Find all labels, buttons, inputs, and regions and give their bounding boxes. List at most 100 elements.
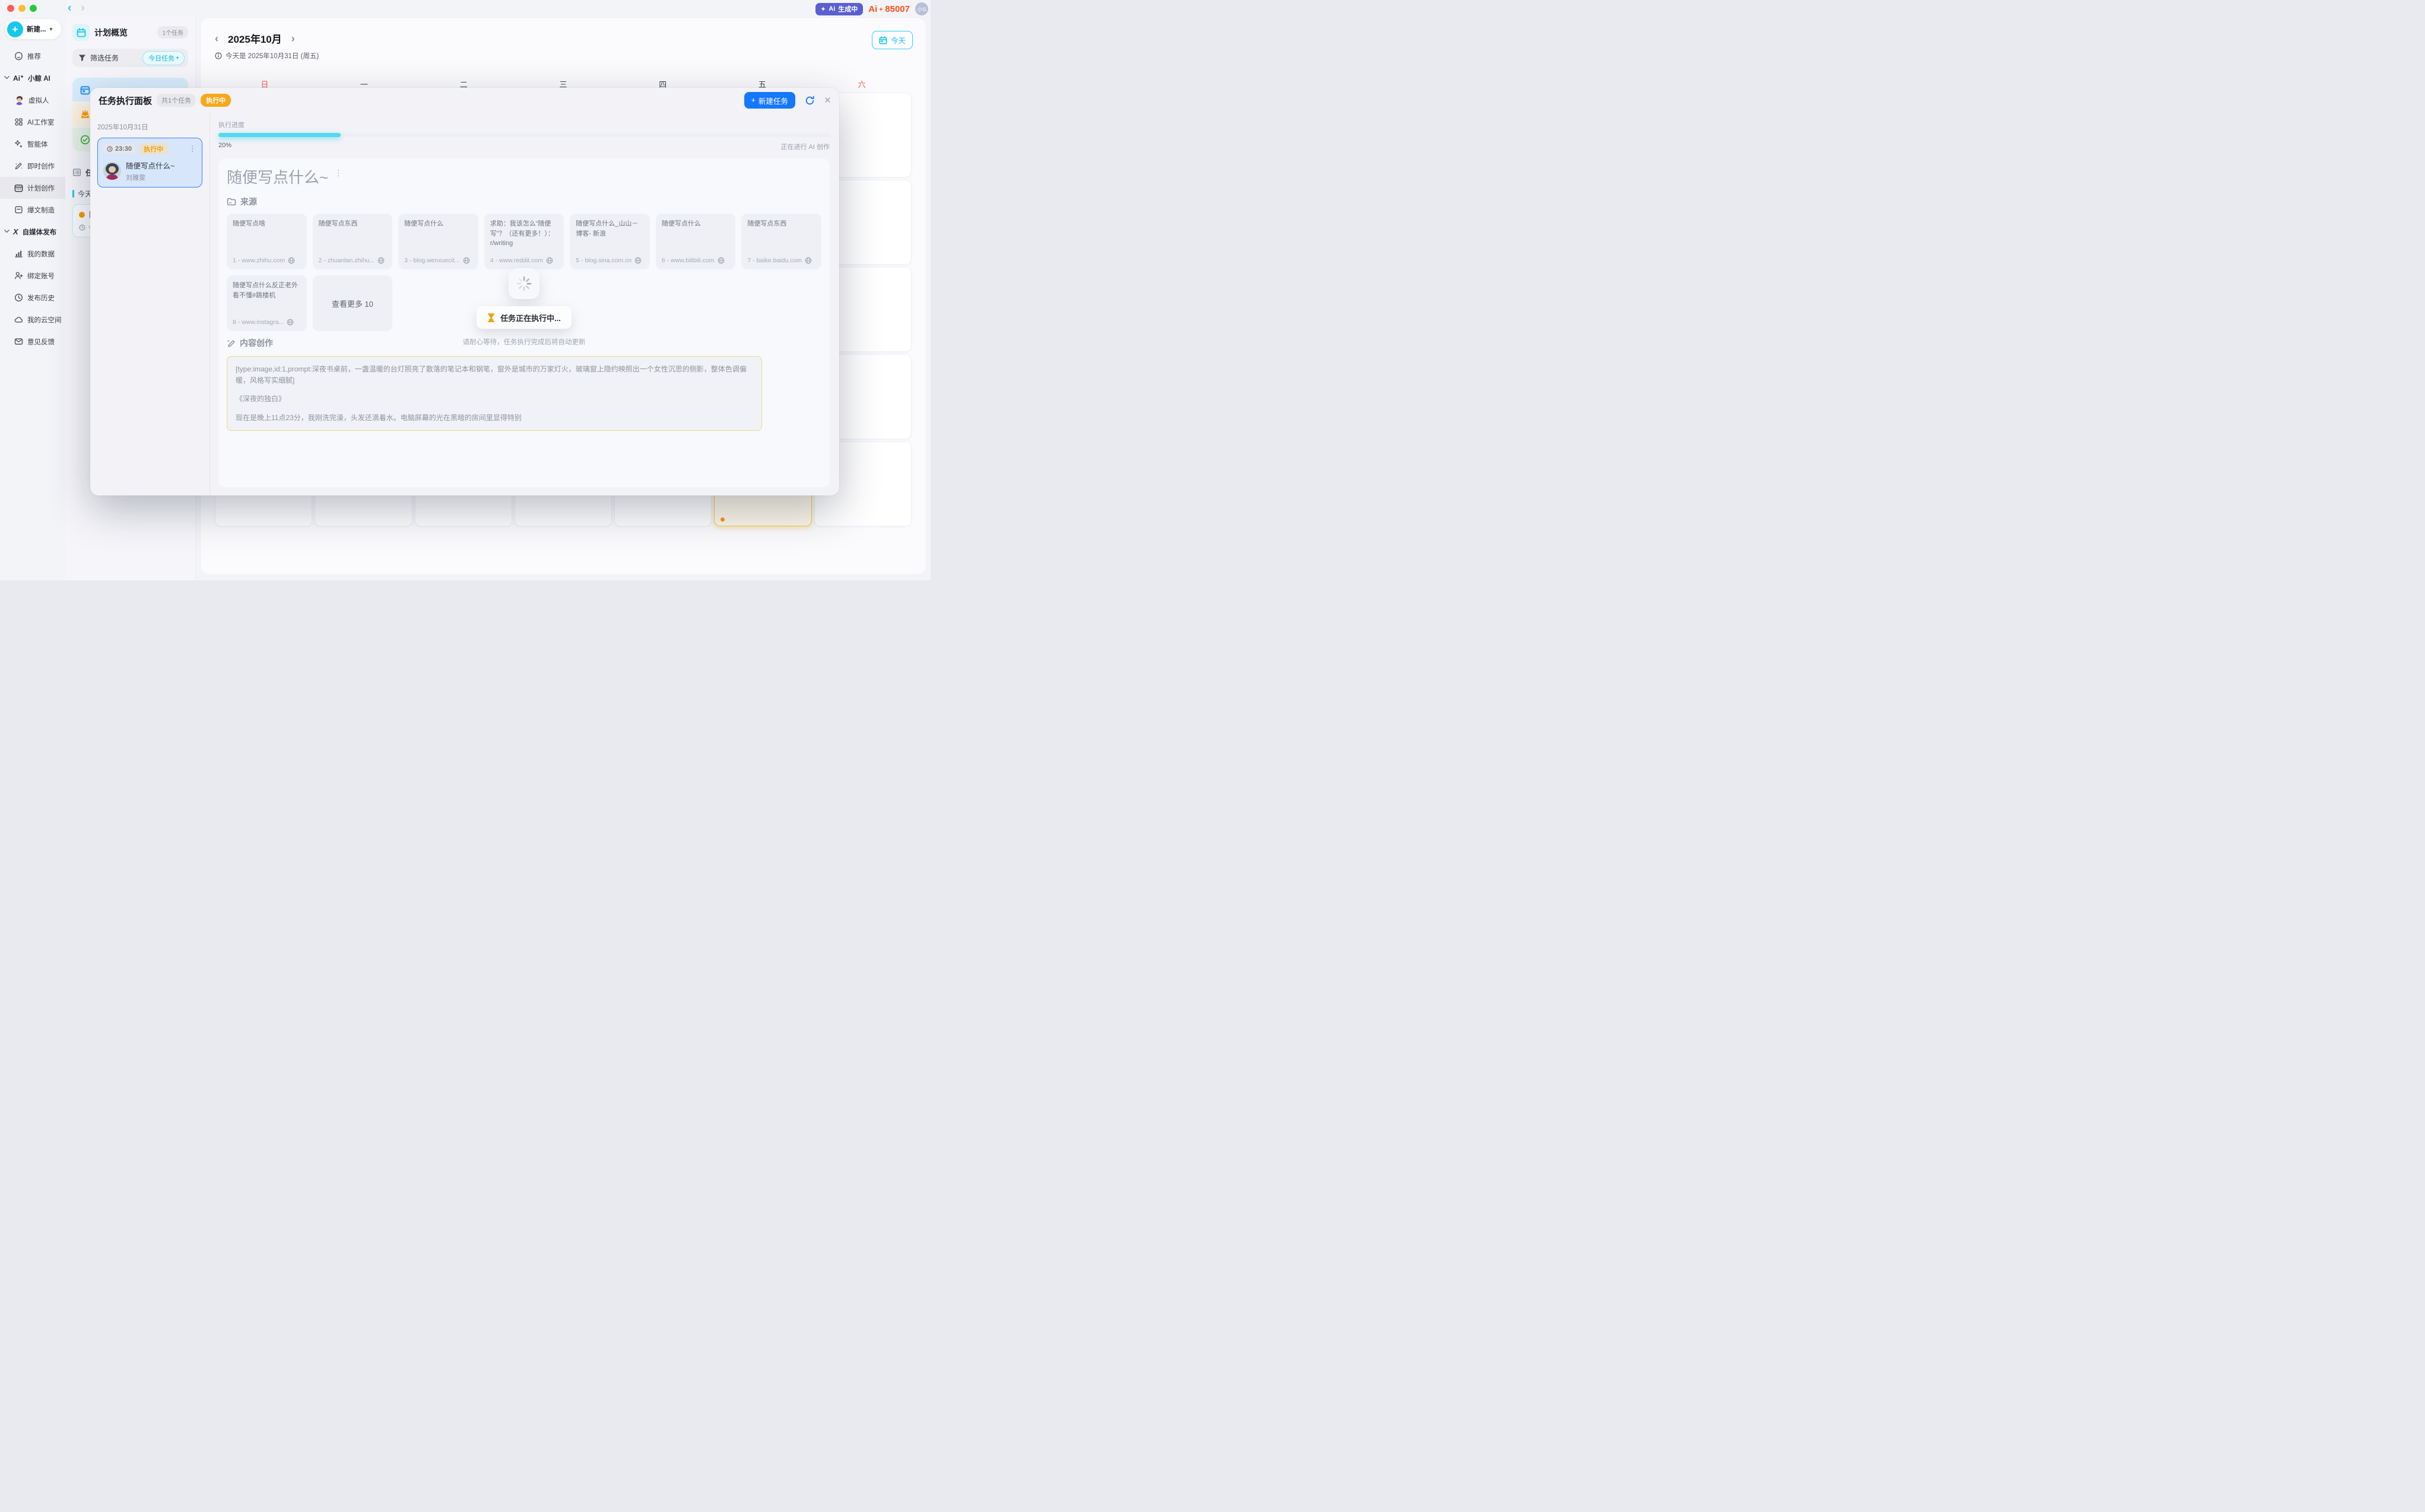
close-button[interactable]: × (824, 95, 831, 106)
progress-fill (218, 133, 341, 137)
bar-chart-icon (14, 249, 23, 258)
list-icon (72, 168, 81, 177)
hourglass-icon (487, 313, 495, 322)
source-card[interactable]: 随便写点什么反正老外看不懂#跳楼机 8 - www.instagra... (227, 275, 307, 331)
studio-grid-icon (14, 117, 23, 126)
sidebar-item-label: 我的数据 (27, 249, 55, 259)
sidebar-nav: 推荐 Ai 小鲸 AI 虚拟人 AI工作室 智能体 即时创作 (0, 45, 65, 352)
view-more-sources-button[interactable]: 查看更多 10 (313, 275, 393, 331)
globe-icon (377, 257, 385, 264)
author-avatar (103, 162, 121, 180)
window-maximize-button[interactable] (30, 5, 37, 12)
more-vertical-icon[interactable]: ⋮ (334, 168, 342, 178)
modal-title: 任务执行面板 (99, 94, 152, 107)
sidebar-item-label: 意见反馈 (27, 337, 55, 347)
task-date-label: 2025年10月31日 (97, 122, 202, 132)
sidebar-item-instant-create[interactable]: 即时创作 (0, 155, 65, 177)
history-nav: ‹ › (68, 2, 85, 15)
user-avatar[interactable]: 小S (915, 2, 928, 15)
generating-label: 生成中 (838, 4, 858, 14)
plus-icon: + (7, 21, 23, 37)
sidebar-item-cloud-space[interactable]: 我的云空间 (0, 309, 65, 331)
source-card[interactable]: 随便写点东西 2 - zhuanlan.zhihu... (313, 214, 393, 269)
sidebar-group-label: 小鲸 AI (28, 74, 50, 83)
refresh-button[interactable] (805, 96, 815, 106)
sources-section-header: 来源 (227, 196, 821, 208)
sidebar-item-virtual-human[interactable]: 虚拟人 (0, 89, 65, 111)
source-card[interactable]: 随便写点什么_山山－博客- 新浪 5 - blog.sina.com.cn (570, 214, 650, 269)
credits-badge[interactable]: Ai 85007 (868, 4, 910, 14)
document-title: 随便写点什么~ (227, 166, 328, 188)
window-minimize-button[interactable] (18, 5, 26, 12)
globe-icon (718, 257, 725, 264)
task-time: 23:30 (115, 145, 132, 153)
source-card[interactable]: 随便写点东西 7 - baike.baidu.com (741, 214, 821, 269)
next-month-icon[interactable]: › (291, 33, 295, 44)
window-close-button[interactable] (7, 5, 14, 12)
today-button[interactable]: 今天 (872, 31, 913, 49)
sidebar-item-plan-create[interactable]: 计划创作 (0, 177, 65, 199)
window-controls (7, 5, 37, 12)
sidebar-item-label: 推荐 (27, 52, 41, 61)
globe-icon (805, 257, 812, 264)
sidebar-item-publish-history[interactable]: 发布历史 (0, 287, 65, 309)
ai-generating-badge: Ai 生成中 (815, 3, 863, 15)
clock-icon (107, 146, 113, 152)
today-filter-select[interactable]: 今日任务 ▾ (142, 51, 185, 65)
app-window: ‹ › Ai 生成中 Ai 85007 小S + 新建... ▾ (0, 0, 931, 580)
primary-sidebar: + 新建... ▾ 推荐 Ai 小鲸 AI 虚拟人 AI工作室 (0, 15, 65, 580)
chevron-down-icon (4, 229, 9, 233)
generated-content-box: [type:image,id:1,prompt:深夜书桌前，一盏温暖的台灯照亮了… (227, 356, 762, 431)
globe-icon (546, 257, 553, 264)
task-card-selected[interactable]: 23:30 执行中 ⋮ 随便写点什么~ 刘雅雯 (97, 138, 202, 188)
virtual-human-avatar-icon (14, 95, 24, 105)
task-dot (720, 517, 725, 522)
mail-icon (14, 337, 23, 346)
task-execution-modal: 任务执行面板 共1个任务 执行中 + 新建任务 × 2025年10月31日 (90, 88, 839, 495)
source-card[interactable]: 随便写点什么 3 - blog.wenxuecit... (398, 214, 478, 269)
today-info-text: 今天是 2025年10月31日 (周五) (226, 51, 319, 61)
content-line: 现在是晚上11点23分，我刚洗完澡，头发还滴着水。电脑屏幕的光在黑暗的房间里显得… (236, 412, 753, 424)
credits-value: 85007 (885, 4, 910, 14)
cloud-icon (14, 315, 23, 324)
executing-toast-text: 任务正在执行中... (500, 312, 561, 323)
sidebar-item-label: 智能体 (27, 139, 48, 149)
new-create-button[interactable]: + 新建... ▾ (5, 19, 61, 39)
source-card[interactable]: 随便写点什么 6 - www.bilibili.com (656, 214, 736, 269)
new-task-button[interactable]: + 新建任务 (744, 92, 795, 109)
new-task-label: 新建任务 (758, 95, 788, 106)
source-card[interactable]: 求助：我该怎么“随便写”？（还有更多！）：r/writing 4 - www.r… (484, 214, 564, 269)
status-dot (79, 212, 85, 218)
sidebar-item-label: 绑定账号 (27, 271, 55, 281)
calendar-icon (72, 24, 90, 41)
sidebar-item-feedback[interactable]: 意见反馈 (0, 331, 65, 352)
task-status-chip: 执行中 (139, 143, 168, 155)
calendar-icon (14, 183, 23, 192)
modal-detail: 执行进度 20% 正在进行 AI 创作 随便写点什么~ ⋮ 来源 (210, 113, 839, 495)
sidebar-item-label: 虚拟人 (28, 96, 49, 105)
task-count-badge: 共1个任务 (157, 94, 196, 107)
section-accent-bar (72, 190, 74, 198)
ai-sparkle-icon (821, 7, 826, 11)
sidebar-item-recommend[interactable]: 推荐 (0, 45, 65, 67)
task-card-title: 随便写点什么~ (126, 160, 174, 171)
globe-icon (288, 257, 295, 264)
content-line: [type:image,id:1,prompt:深夜书桌前，一盏温暖的台灯照亮了… (236, 364, 753, 386)
sidebar-item-agents[interactable]: 智能体 (0, 133, 65, 155)
sidebar-item-my-data[interactable]: 我的数据 (0, 243, 65, 265)
task-count-badge: 1个任务 (157, 26, 188, 39)
sidebar-item-bind-account[interactable]: 绑定账号 (0, 265, 65, 287)
back-icon[interactable]: ‹ (68, 2, 71, 15)
more-vertical-icon[interactable]: ⋮ (189, 144, 196, 154)
globe-icon (287, 319, 294, 326)
sidebar-item-ai-studio[interactable]: AI工作室 (0, 111, 65, 133)
month-title: 2025年10月 (228, 31, 282, 46)
globe-icon (634, 257, 642, 264)
pen-icon (14, 161, 23, 170)
sidebar-item-hot-article[interactable]: 爆文制造 (0, 199, 65, 221)
source-card[interactable]: 随便写点啥 1 - www.zhihu.com (227, 214, 307, 269)
progress-status: 正在进行 AI 创作 (780, 142, 830, 151)
sidebar-group-whale-ai[interactable]: Ai 小鲸 AI (0, 67, 65, 89)
prev-month-icon[interactable]: ‹ (215, 33, 218, 44)
sidebar-group-media-publish[interactable]: X 自媒体发布 (0, 221, 65, 243)
